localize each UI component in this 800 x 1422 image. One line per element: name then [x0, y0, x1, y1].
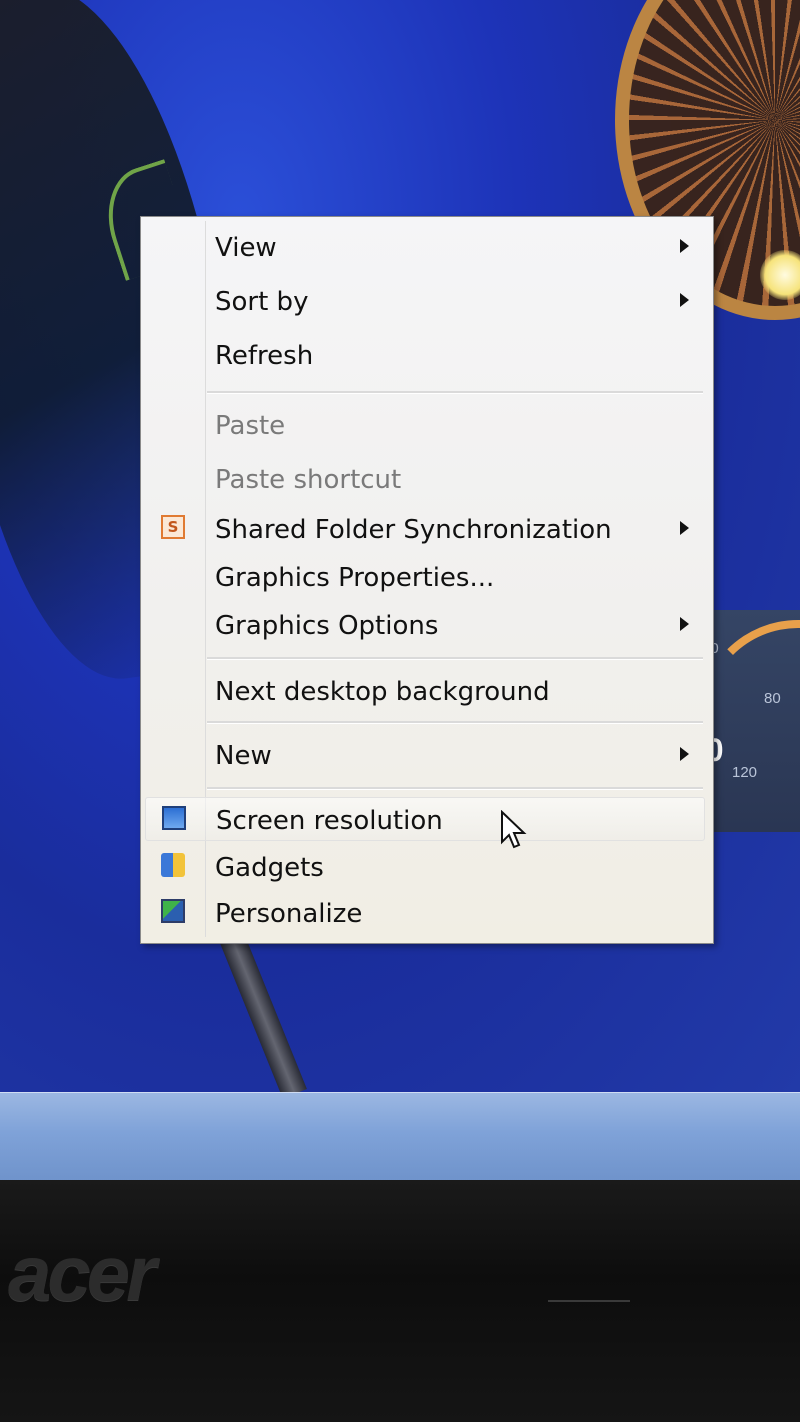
menu-item-next-desktop-background[interactable]: Next desktop background	[145, 669, 705, 713]
menu-item-refresh[interactable]: Refresh	[145, 333, 705, 377]
taskbar[interactable]	[0, 1092, 800, 1181]
submenu-arrow-icon	[680, 617, 689, 631]
menu-separator	[207, 391, 703, 394]
submenu-arrow-icon	[680, 293, 689, 307]
menu-separator	[207, 657, 703, 660]
gadget-tick-label: 80	[764, 690, 781, 707]
menu-item-label: Graphics Properties...	[215, 563, 495, 593]
menu-item-label: Shared Folder Synchronization	[215, 515, 612, 545]
menu-item-graphics-properties[interactable]: Graphics Properties...	[145, 555, 705, 599]
menu-item-paste-shortcut[interactable]: Paste shortcut	[145, 457, 705, 501]
submenu-arrow-icon	[680, 747, 689, 761]
brand-logo: acer	[8, 1229, 156, 1317]
menu-item-personalize[interactable]: Personalize	[145, 891, 705, 935]
menu-separator	[207, 787, 703, 790]
menu-item-label: New	[215, 741, 272, 771]
personalize-icon	[161, 899, 185, 923]
menu-item-screen-resolution[interactable]: Screen resolution	[145, 797, 705, 841]
menu-item-gadgets[interactable]: Gadgets	[145, 845, 705, 889]
menu-item-label: Refresh	[215, 341, 314, 371]
submenu-arrow-icon	[680, 239, 689, 253]
bezel-detail	[548, 1300, 630, 1302]
gadgets-icon	[161, 853, 185, 877]
screen-resolution-icon	[162, 806, 186, 830]
menu-item-label: Sort by	[215, 287, 309, 317]
menu-item-paste[interactable]: Paste	[145, 403, 705, 447]
submenu-arrow-icon	[680, 521, 689, 535]
menu-item-label: Graphics Options	[215, 611, 439, 641]
shared-folder-sync-icon: S	[161, 515, 185, 539]
menu-item-graphics-options[interactable]: Graphics Options	[145, 603, 705, 647]
desktop-context-menu: View Sort by Refresh Paste Paste shortcu…	[140, 216, 714, 944]
menu-item-new[interactable]: New	[145, 733, 705, 777]
menu-item-sort-by[interactable]: Sort by	[145, 279, 705, 323]
menu-separator	[207, 721, 703, 724]
menu-item-label: Paste	[215, 411, 286, 441]
menu-item-shared-folder-synchronization[interactable]: S Shared Folder Synchronization	[145, 507, 705, 551]
gadget-tick-label: 120	[732, 764, 758, 781]
mouse-cursor-icon	[501, 810, 527, 849]
menu-item-label: Personalize	[215, 899, 363, 929]
menu-item-label: Gadgets	[215, 853, 324, 883]
menu-item-view[interactable]: View	[145, 225, 705, 269]
menu-item-label: View	[215, 233, 277, 263]
menu-item-label: Paste shortcut	[215, 465, 402, 495]
wallpaper-stick	[219, 931, 307, 1099]
desktop-screen[interactable]: 40 80 120 00 PM View Sort by Refresh Pas…	[0, 0, 800, 1100]
menu-item-label: Screen resolution	[216, 806, 443, 836]
menu-item-label: Next desktop background	[215, 677, 550, 707]
